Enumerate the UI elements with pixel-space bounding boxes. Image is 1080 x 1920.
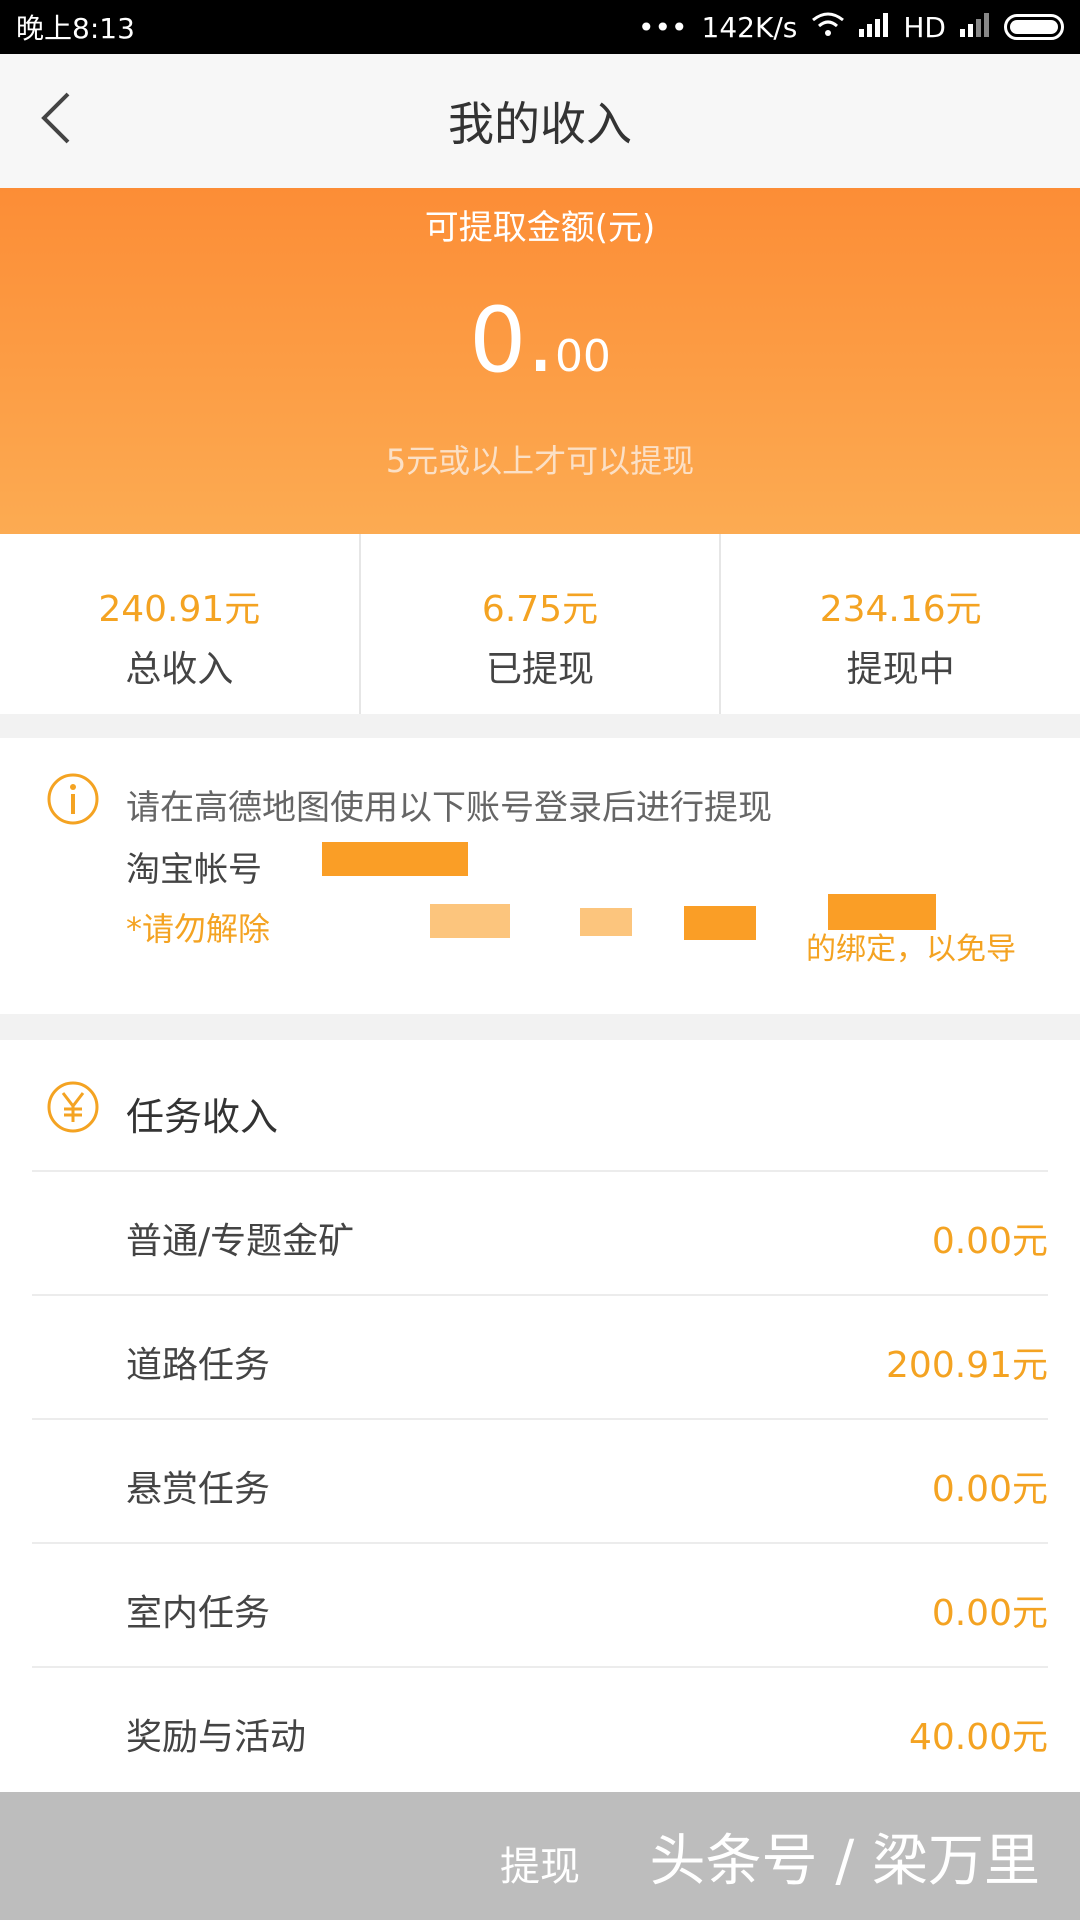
- task-income-section: 任务收入 普通/专题金矿 0.00元 道路任务 200.91元 悬赏任务 0.0…: [0, 1040, 1080, 1920]
- withdraw-hint: 5元或以上才可以提现: [385, 442, 695, 480]
- info-icon: [46, 772, 100, 826]
- hd-label: HD: [903, 10, 946, 44]
- task-income-header: 任务收入: [0, 1040, 1080, 1170]
- navbar: 我的收入: [0, 54, 1080, 188]
- stat-value: 6.75元: [481, 589, 599, 630]
- task-row-value: 200.91元: [886, 1345, 1048, 1386]
- task-row-value: 0.00元: [931, 1593, 1048, 1634]
- task-row-name: 奖励与活动: [126, 1717, 307, 1758]
- stat-value: 234.16元: [819, 589, 982, 630]
- redaction-mark: [322, 842, 468, 876]
- stat-withdrawn: 6.75元 已提现: [361, 534, 722, 714]
- watermark: 头条号 / 梁万里: [649, 1829, 1040, 1894]
- notice-line-2: 淘宝帐号: [126, 850, 262, 890]
- redaction-mark: [684, 906, 756, 940]
- yen-icon: [46, 1080, 100, 1134]
- page-title: 我的收入: [448, 97, 632, 151]
- stat-label: 提现中: [846, 649, 955, 690]
- notice-line-3: *请勿解除: [126, 910, 271, 948]
- task-income-title: 任务收入: [126, 1095, 279, 1139]
- balance-integer: 0.: [469, 288, 555, 393]
- signal-icon: [859, 11, 889, 44]
- wifi-icon: [811, 10, 845, 45]
- stat-label: 总收入: [125, 649, 234, 690]
- more-dots-icon: •••: [638, 10, 688, 44]
- task-row-bounty[interactable]: 悬赏任务 0.00元: [32, 1418, 1048, 1542]
- balance-label: 可提取金额(元): [424, 208, 656, 248]
- stat-label: 已提现: [486, 649, 595, 690]
- task-row-value: 40.00元: [908, 1717, 1048, 1758]
- redaction-mark: [430, 904, 510, 938]
- task-row-name: 道路任务: [126, 1345, 271, 1386]
- status-right: ••• 142K/s HD: [638, 10, 1064, 45]
- withdraw-notice: 请在高德地图使用以下账号登录后进行提现 淘宝帐号 *请勿解除 的绑定，以免导: [0, 738, 1080, 1014]
- battery-icon: [1004, 14, 1064, 40]
- task-row-rewards[interactable]: 奖励与活动 40.00元: [32, 1666, 1048, 1790]
- notice-line-1: 请在高德地图使用以下账号登录后进行提现: [126, 788, 772, 828]
- task-row-name: 普通/专题金矿: [126, 1221, 355, 1262]
- task-row-value: 0.00元: [931, 1221, 1048, 1262]
- balance-banner: 可提取金额(元) 0.00 5元或以上才可以提现: [0, 188, 1080, 534]
- stat-pending: 234.16元 提现中: [721, 534, 1080, 714]
- task-row-indoor[interactable]: 室内任务 0.00元: [32, 1542, 1048, 1666]
- balance-amount: 0.00: [0, 288, 1080, 393]
- task-row-value: 0.00元: [931, 1469, 1048, 1510]
- task-row-goldmine[interactable]: 普通/专题金矿 0.00元: [32, 1170, 1048, 1294]
- balance-decimal: 00: [554, 331, 611, 382]
- notice-line-3-end: 的绑定，以免导: [806, 932, 1016, 967]
- stat-total: 240.91元 总收入: [0, 534, 361, 714]
- network-speed: 142K/s: [701, 10, 798, 44]
- task-row-name: 悬赏任务: [126, 1469, 271, 1510]
- task-row-name: 室内任务: [126, 1593, 271, 1634]
- task-row-road[interactable]: 道路任务 200.91元: [32, 1294, 1048, 1418]
- status-bar: 晚上8:13 ••• 142K/s HD: [0, 0, 1080, 54]
- withdraw-button[interactable]: 提现: [500, 1834, 580, 1892]
- stat-value: 240.91元: [98, 589, 261, 630]
- redaction-mark: [580, 908, 632, 936]
- signal-icon-2: [960, 11, 990, 44]
- withdraw-bar[interactable]: 提现 头条号 / 梁万里: [0, 1792, 1080, 1920]
- status-time: 晚上8:13: [16, 12, 135, 45]
- income-stats: 240.91元 总收入 6.75元 已提现 234.16元 提现中: [0, 534, 1080, 714]
- back-icon[interactable]: [30, 88, 90, 148]
